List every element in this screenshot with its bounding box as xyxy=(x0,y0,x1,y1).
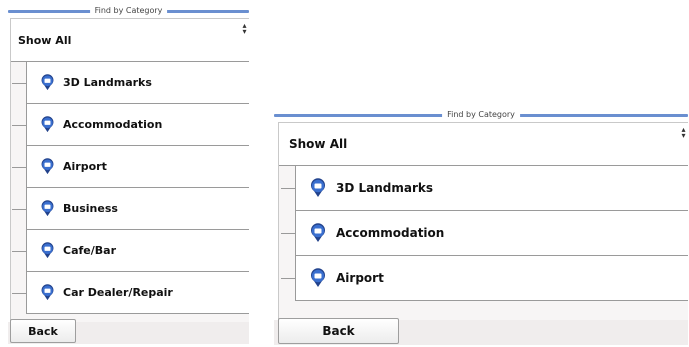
scroll-indicator-icon[interactable]: ▴ ▾ xyxy=(681,126,686,140)
tree-connector xyxy=(12,250,26,252)
category-label: Airport xyxy=(63,160,107,173)
landmark-icon xyxy=(39,74,56,91)
category-item[interactable]: Airport xyxy=(12,146,249,188)
category-screen-small: Find by Category Show All ▴ ▾ 3D Landmark… xyxy=(274,108,688,345)
category-label: Airport xyxy=(336,271,384,285)
landmark-icon xyxy=(308,178,328,198)
category-label: Business xyxy=(63,202,118,215)
back-button[interactable]: Back xyxy=(10,319,76,343)
back-button[interactable]: Back xyxy=(278,318,399,344)
category-item[interactable]: 3D Landmarks xyxy=(12,62,249,104)
airplane-icon xyxy=(39,158,56,175)
tree-connector xyxy=(12,166,26,168)
category-label: Accommodation xyxy=(63,118,163,131)
bed-icon xyxy=(308,223,328,243)
airplane-icon xyxy=(308,268,328,288)
header: Find by Category xyxy=(8,4,249,18)
tree-connector xyxy=(281,278,295,279)
tree-connector xyxy=(12,208,26,210)
tree-connector xyxy=(281,188,295,189)
category-label: Accommodation xyxy=(336,226,445,240)
category-item[interactable]: Accommodation xyxy=(12,104,249,146)
category-item[interactable]: Business xyxy=(12,188,249,230)
tree-connector xyxy=(281,233,295,234)
category-list: 3D Landmarks Accommodation Airport Business… xyxy=(11,62,249,314)
scroll-indicator-icon[interactable]: ▴ ▾ xyxy=(242,22,247,36)
category-list: 3D Landmarks Accommodation Airport xyxy=(279,166,688,301)
category-item[interactable]: Car Dealer/Repair xyxy=(12,272,249,314)
car-icon xyxy=(39,284,56,301)
show-all-label: Show All xyxy=(18,33,72,47)
page-title: Find by Category xyxy=(442,108,520,122)
category-list-panel: Show All ▴ ▾ 3D Landmarks Accommodation Air… xyxy=(10,18,249,322)
category-label: 3D Landmarks xyxy=(63,76,152,89)
page-title: Find by Category xyxy=(89,4,168,18)
show-all-label: Show All xyxy=(289,137,348,151)
tree-connector xyxy=(12,82,26,84)
category-screen-large: Find by Category Show All ▴ ▾ 3D Landmark… xyxy=(8,4,249,344)
business-icon xyxy=(39,200,56,217)
category-list-panel: Show All ▴ ▾ 3D Landmarks Accommodation Air… xyxy=(278,122,688,320)
cup-icon xyxy=(39,242,56,259)
tree-connector xyxy=(12,292,26,294)
bed-icon xyxy=(39,116,56,133)
show-all-item[interactable]: Show All xyxy=(279,123,688,166)
category-item[interactable]: Cafe/Bar xyxy=(12,230,249,272)
category-item[interactable]: Airport xyxy=(281,256,688,301)
header: Find by Category xyxy=(274,108,688,122)
category-label: Car Dealer/Repair xyxy=(63,286,173,299)
tree-connector xyxy=(12,124,26,126)
category-item[interactable]: 3D Landmarks xyxy=(281,166,688,211)
category-item[interactable]: Accommodation xyxy=(281,211,688,256)
show-all-item[interactable]: Show All xyxy=(11,19,249,62)
category-label: Cafe/Bar xyxy=(63,244,116,257)
category-label: 3D Landmarks xyxy=(336,181,434,195)
